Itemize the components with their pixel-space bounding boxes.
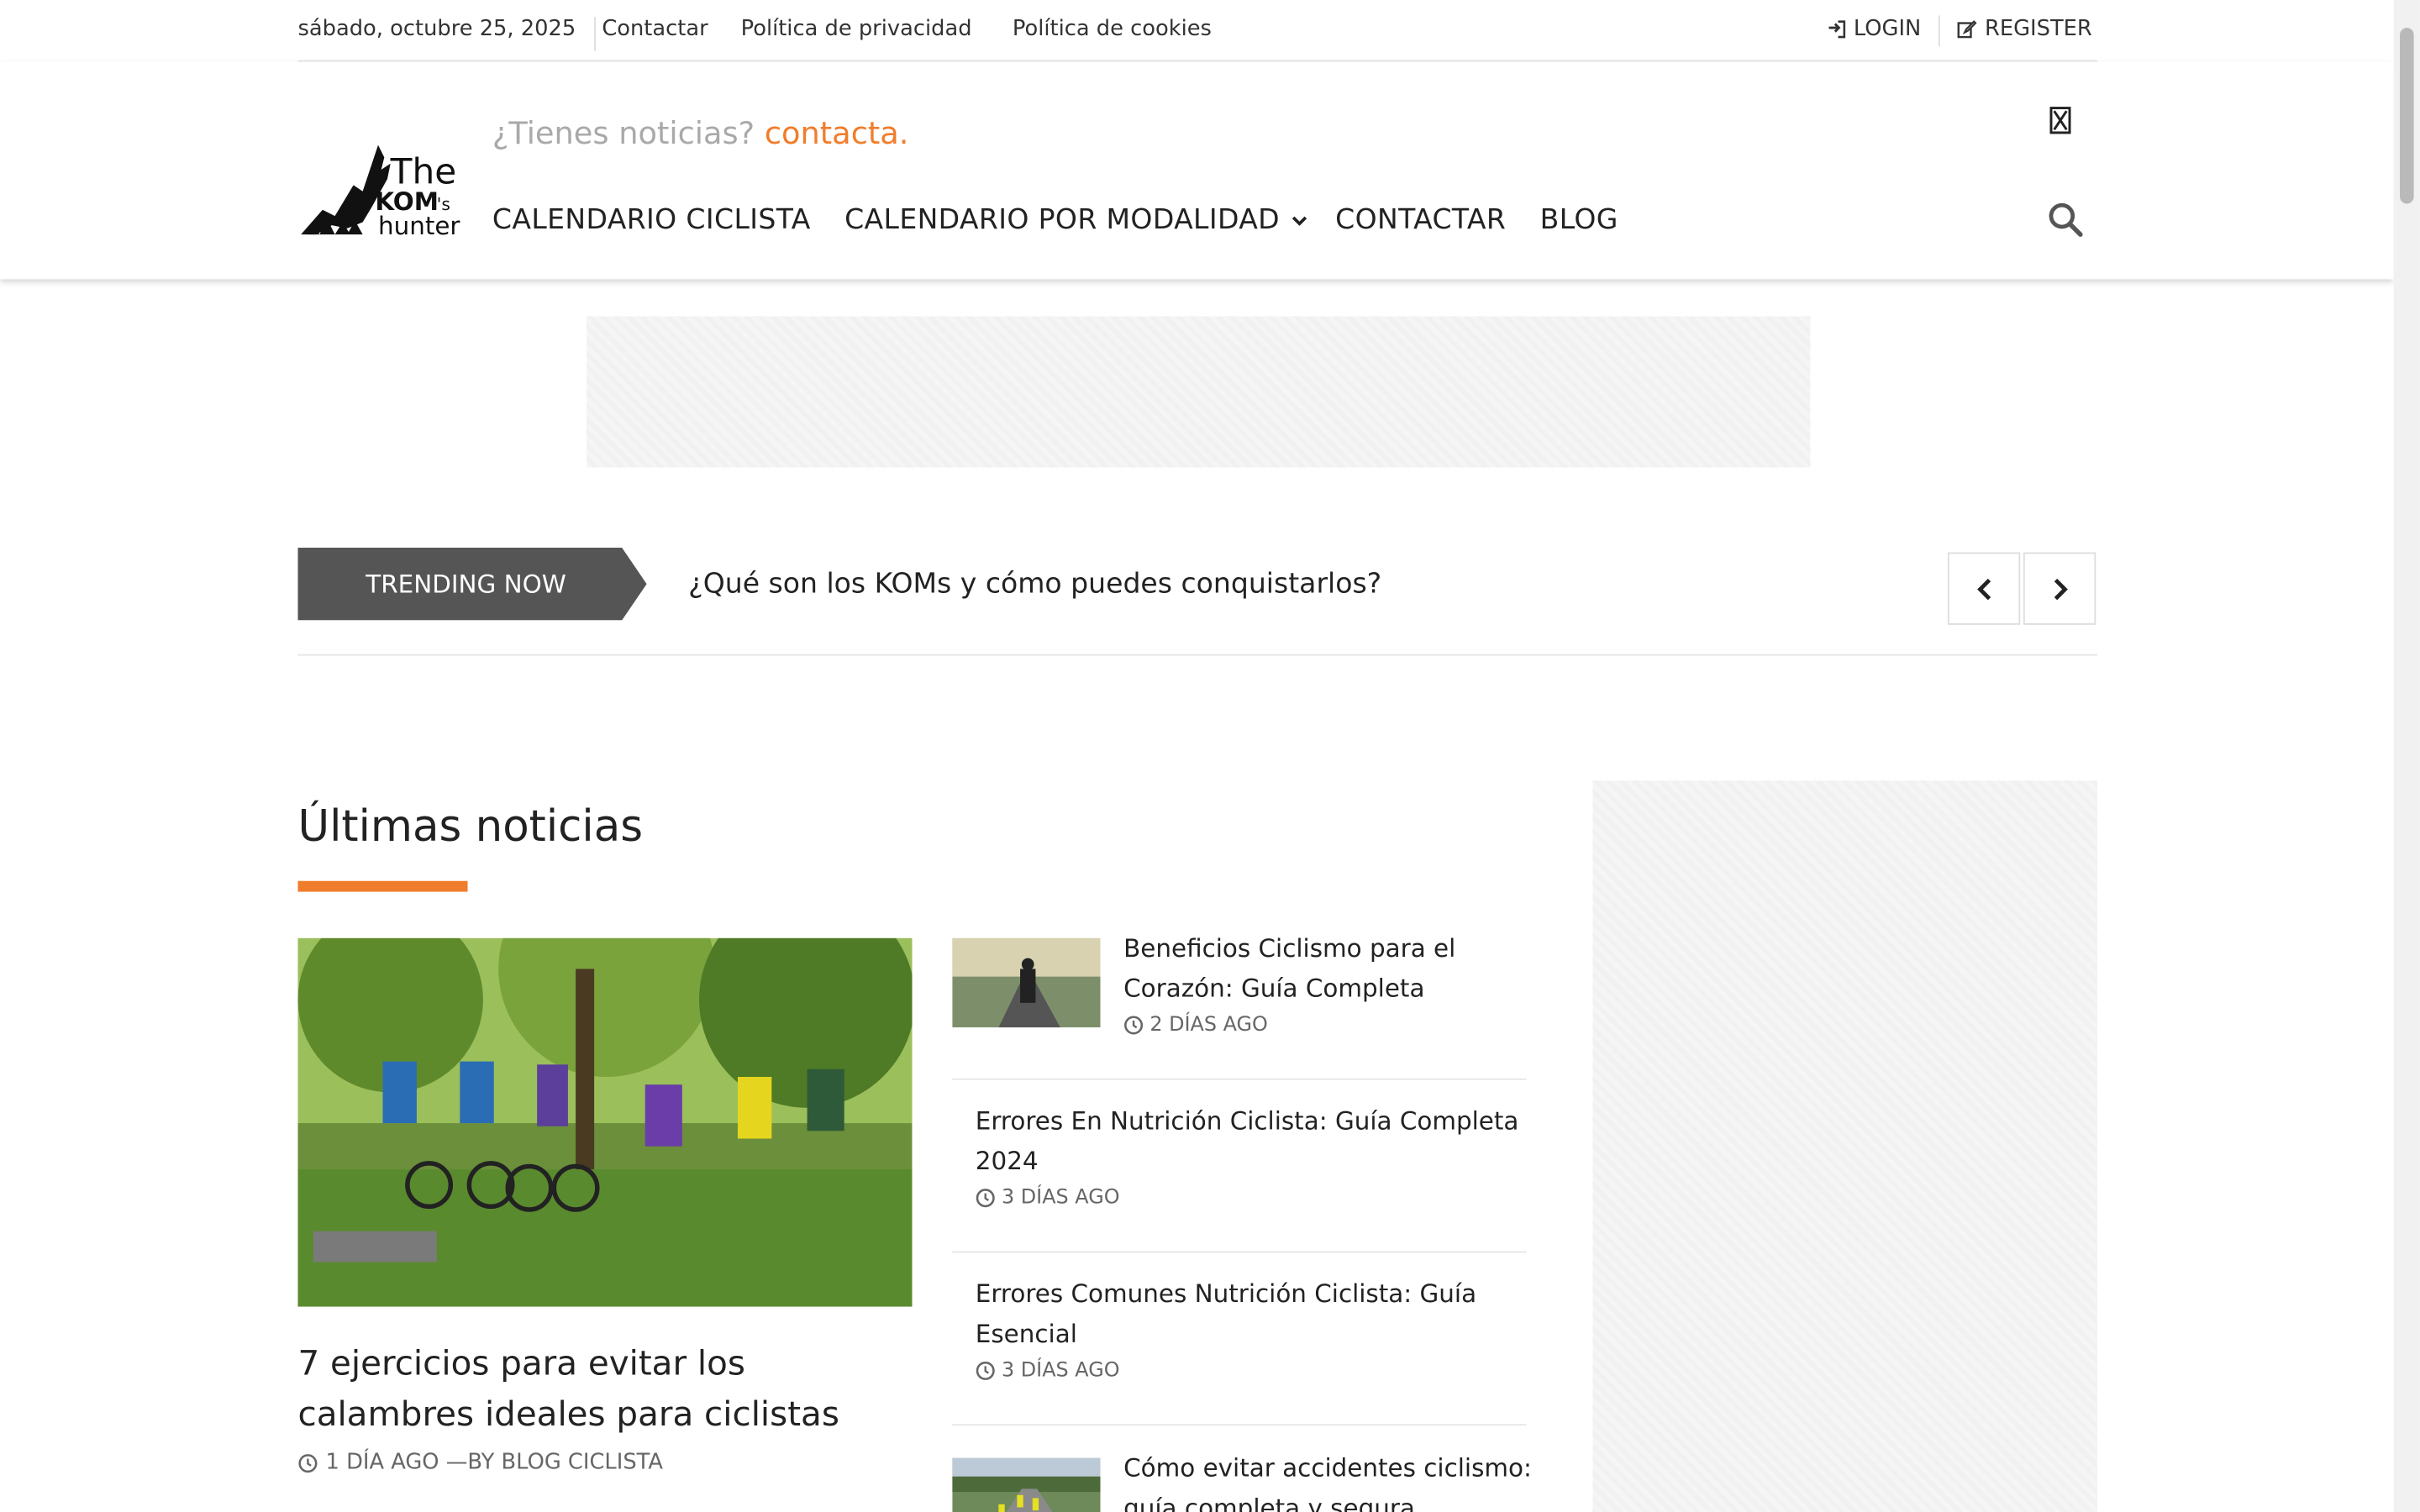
top-link-contactar[interactable]: Contactar	[602, 17, 708, 41]
list-item-title[interactable]: Beneficios Ciclismo para el Corazón: Guí…	[1123, 929, 1525, 1010]
nav-label: BLOG	[1539, 203, 1618, 237]
clock-icon	[1124, 1016, 1144, 1035]
list-item-date: 3 DÍAS AGO	[1002, 1186, 1120, 1210]
site-header: The KOM 's hunter ¿Tienes noticias? cont…	[0, 61, 2394, 280]
chevron-down-icon	[1292, 215, 1307, 226]
nav-label: CALENDARIO POR MODALIDAD	[844, 203, 1281, 237]
trending-bar: TRENDING NOW ¿Qué son los KOMs y cómo pu…	[297, 548, 2098, 656]
nav-label: CALENDARIO CICLISTA	[492, 203, 811, 237]
ad-banner	[586, 316, 1811, 468]
search-icon[interactable]	[2046, 201, 2083, 238]
list-item[interactable]: Errores En Nutrición Ciclista: Guía Comp…	[952, 1080, 1527, 1253]
top-link-cookies[interactable]: Política de cookies	[1013, 17, 1212, 41]
trending-label: TRENDING NOW	[297, 548, 647, 621]
auth-divider	[1938, 15, 1940, 47]
list-item-title[interactable]: Cómo evitar accidentes ciclismo: guía co…	[1123, 1449, 1533, 1512]
page-scrollbar[interactable]	[2393, 0, 2420, 1512]
sidebar-ad	[1592, 780, 2098, 1512]
login-link[interactable]: LOGIN	[1828, 17, 1922, 42]
register-label: REGISTER	[1984, 17, 2092, 42]
trending-next-button[interactable]	[2023, 552, 2096, 625]
scrollbar-thumb[interactable]	[2400, 28, 2414, 204]
trending-prev-button[interactable]	[1947, 552, 2021, 625]
trending-label-text: TRENDING NOW	[366, 569, 566, 599]
list-item[interactable]: Cómo evitar accidentes ciclismo: guía co…	[952, 1453, 1532, 1512]
list-item[interactable]: Beneficios Ciclismo para el Corazón: Guí…	[952, 933, 1527, 1080]
list-item-date: 2 DÍAS AGO	[1150, 1013, 1268, 1037]
chevron-left-icon	[1976, 577, 1991, 600]
chevron-right-icon	[2053, 577, 2067, 600]
trending-headline[interactable]: ¿Qué son los KOMs y cómo puedes conquist…	[688, 568, 1381, 601]
list-item-meta: 3 DÍAS AGO	[976, 1359, 1120, 1383]
clock-icon	[298, 1453, 318, 1473]
site-logo[interactable]: The KOM 's hunter	[301, 133, 465, 241]
register-icon	[1957, 20, 1977, 39]
nav-label: CONTACTAR	[1335, 203, 1507, 237]
feature-image[interactable]	[297, 937, 913, 1307]
logo-the: The	[390, 151, 457, 192]
header-tagline: ¿Tienes noticias? contacta.	[492, 114, 909, 151]
page: sábado, octubre 25, 2025 Contactar Polít…	[0, 0, 2420, 1512]
section-title-underline	[297, 880, 468, 892]
current-date: sábado, octubre 25, 2025	[297, 17, 597, 51]
login-label: LOGIN	[1853, 17, 1922, 42]
list-item[interactable]: Errores Comunes Nutrición Ciclista: Guía…	[952, 1252, 1527, 1426]
list-item-title[interactable]: Errores Comunes Nutrición Ciclista: Guía…	[976, 1274, 1523, 1355]
tagline-contact-link[interactable]: contacta.	[765, 114, 909, 151]
nav-blog[interactable]: BLOG	[1540, 203, 1618, 236]
feature-meta-text: 1 DÍA AGO —BY BLOG CICLISTA	[325, 1450, 663, 1475]
list-item-date: 3 DÍAS AGO	[1002, 1359, 1120, 1383]
clock-icon	[976, 1361, 995, 1380]
list-item-meta: 3 DÍAS AGO	[976, 1186, 1120, 1210]
clock-icon	[976, 1189, 995, 1208]
nav-contactar[interactable]: CONTACTAR	[1335, 203, 1506, 236]
main-nav: CALENDARIO CICLISTA CALENDARIO POR MODAL…	[492, 203, 1652, 236]
feature-meta: 1 DÍA AGO —BY BLOG CICLISTA	[297, 1450, 663, 1475]
top-link-privacidad[interactable]: Política de privacidad	[741, 17, 972, 41]
nav-calendario-modalidad[interactable]: CALENDARIO POR MODALIDAD	[844, 203, 1307, 236]
list-item-meta: 2 DÍAS AGO	[1123, 1014, 1268, 1037]
section-title: Últimas noticias	[297, 801, 644, 852]
login-icon	[1828, 20, 1846, 39]
tagline-prefix: ¿Tienes noticias?	[492, 113, 755, 151]
list-item-title[interactable]: Errores En Nutrición Ciclista: Guía Comp…	[976, 1101, 1523, 1182]
nav-calendario-ciclista[interactable]: CALENDARIO CICLISTA	[492, 203, 811, 236]
register-link[interactable]: REGISTER	[1957, 17, 2092, 42]
list-item-thumbnail[interactable]	[952, 1457, 1101, 1512]
logo-hunter: hunter	[378, 212, 460, 240]
feature-title[interactable]: 7 ejercicios para evitar los calambres i…	[297, 1339, 912, 1441]
close-icon[interactable]	[2048, 107, 2072, 134]
list-item-thumbnail[interactable]	[952, 937, 1101, 1028]
top-bar: sábado, octubre 25, 2025 Contactar Polít…	[297, 0, 2098, 62]
